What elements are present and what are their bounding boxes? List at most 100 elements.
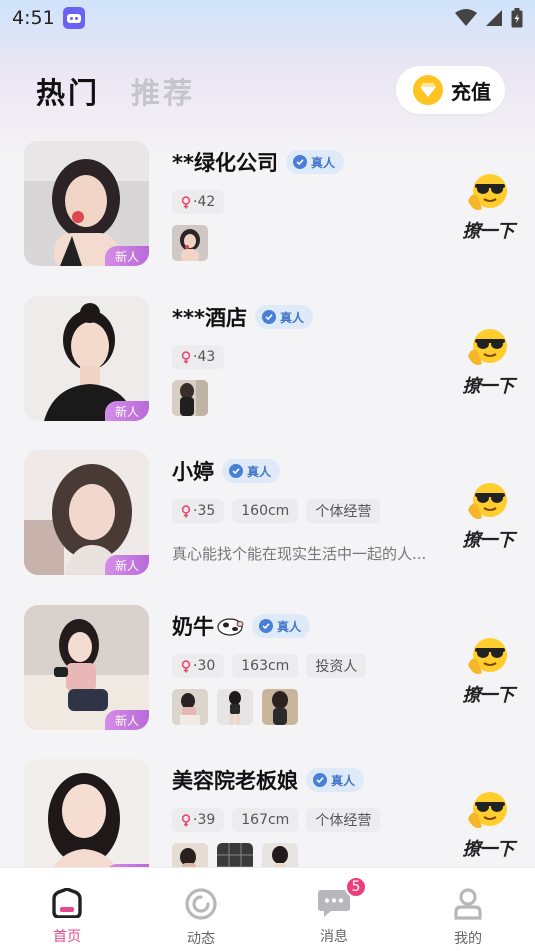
user-card[interactable]: 新人 奶牛 真人 ·30 163cm 投资人 撩一下	[0, 605, 535, 730]
female-icon	[181, 350, 191, 364]
flirt-label: 撩一下	[462, 685, 515, 706]
flirt-button[interactable]: 撩一下	[460, 635, 516, 711]
female-icon	[181, 813, 191, 827]
cool-emoji-icon	[468, 483, 507, 519]
photo-thumbnail[interactable]	[172, 689, 208, 725]
verified-label: 真人	[310, 155, 335, 170]
flirt-button[interactable]: 撩一下	[460, 789, 516, 865]
check-icon	[259, 619, 273, 633]
tabbar-label: 我的	[454, 931, 482, 947]
moments-icon	[185, 888, 217, 920]
age-tag: ·42	[172, 190, 225, 214]
verified-label: 真人	[277, 619, 302, 634]
occupation-tag: 个体经营	[306, 499, 381, 523]
photo-thumbnail[interactable]	[217, 689, 253, 725]
check-icon	[261, 310, 276, 324]
flirt-label: 撩一下	[462, 376, 515, 397]
tag-row: ·43	[172, 345, 225, 369]
user-name: **绿化公司	[172, 151, 278, 175]
check-icon	[229, 464, 243, 478]
tabbar-label: 动态	[187, 931, 215, 947]
user-card[interactable]: 新人 ***酒店 真人 ·43 撩一下	[0, 296, 535, 421]
age-tag: ·39	[172, 808, 225, 832]
occupation-tag: 投资人	[306, 654, 367, 678]
photo-thumbnail[interactable]	[262, 843, 298, 867]
top-tabs-header: 热门 推荐 充值	[0, 66, 535, 114]
age-value: ·42	[193, 194, 216, 210]
user-card[interactable]: 新人 小婷 真人 ·35 160cm 个体经营 真心能找个能在现实生活中一起的人…	[0, 450, 535, 575]
cool-emoji-icon	[468, 792, 507, 828]
age-tag: ·35	[172, 499, 225, 523]
tab-recommend[interactable]: 推荐	[131, 70, 195, 112]
user-name: 奶牛	[172, 615, 214, 639]
new-user-tag: 新人	[105, 710, 149, 730]
flirt-button[interactable]: 撩一下	[460, 480, 516, 556]
female-icon	[181, 195, 191, 209]
check-icon	[313, 773, 327, 787]
user-name: ***酒店	[172, 306, 247, 330]
user-name: 小婷	[172, 460, 214, 484]
photo-thumbnail[interactable]	[172, 843, 208, 867]
name-row: ***酒店 真人	[172, 304, 313, 330]
photo-row	[172, 843, 298, 867]
age-value: ·43	[193, 349, 216, 365]
verified-label: 真人	[331, 773, 356, 788]
flirt-button[interactable]: 撩一下	[460, 171, 516, 247]
photo-thumbnail[interactable]	[262, 689, 298, 725]
photo-thumbnail[interactable]	[217, 843, 253, 867]
tag-row: ·35 160cm 个体经营	[172, 499, 381, 523]
home-icon	[52, 888, 82, 918]
tabbar-label: 消息	[320, 929, 348, 945]
user-avatar[interactable]: 新人	[24, 450, 149, 575]
height-tag: 163cm	[232, 654, 299, 678]
user-name: 美容院老板娘	[172, 769, 298, 793]
unread-badge: 5	[345, 876, 367, 898]
photo-thumbnail[interactable]	[172, 225, 208, 261]
user-avatar[interactable]: 新人	[24, 141, 149, 266]
verified-badge: 真人	[252, 614, 311, 638]
user-card[interactable]: 新人 **绿化公司 真人 ·42 撩一下	[0, 141, 535, 266]
tabbar-label: 首页	[53, 929, 81, 945]
verified-badge: 真人	[222, 459, 281, 483]
tabbar-item-messages[interactable]: 5 消息	[267, 868, 401, 951]
user-list[interactable]: 新人 **绿化公司 真人 ·42 撩一下 新人 ***酒店 真人 ·43 撩一下…	[0, 141, 535, 867]
status-time: 4:51	[12, 7, 55, 29]
battery-icon	[511, 8, 523, 28]
user-card[interactable]: 新人 美容院老板娘 真人 ·39 167cm 个体经营 撩一下	[0, 759, 535, 867]
occupation-tag: 个体经营	[306, 808, 381, 832]
verified-badge: 真人	[254, 305, 313, 329]
signal-icon	[486, 10, 502, 26]
bottom-tab-bar: 首页 动态 5 消息 我的	[0, 867, 535, 951]
new-user-tag: 新人	[105, 246, 149, 266]
age-tag: ·30	[172, 654, 225, 678]
age-value: ·30	[193, 658, 216, 674]
verified-badge: 真人	[285, 150, 344, 174]
tab-hot[interactable]: 热门	[36, 70, 100, 112]
name-row: 小婷 真人	[172, 458, 281, 484]
cow-icon	[217, 618, 244, 636]
user-avatar[interactable]: 新人	[24, 296, 149, 421]
age-tag: ·43	[172, 345, 225, 369]
photo-row	[172, 225, 208, 261]
new-user-tag: 新人	[105, 555, 149, 575]
flirt-label: 撩一下	[462, 839, 515, 860]
recharge-button[interactable]: 充值	[396, 66, 505, 114]
tabbar-item-home[interactable]: 首页	[0, 868, 134, 951]
user-avatar[interactable]: 新人	[24, 759, 149, 867]
user-bio: 真心能找个能在现实生活中一起的人...	[172, 545, 427, 563]
flirt-label: 撩一下	[462, 221, 515, 242]
name-row: 奶牛 真人	[172, 613, 311, 639]
wifi-icon	[455, 9, 477, 26]
tabbar-item-profile[interactable]: 我的	[401, 868, 535, 951]
tabbar-item-moments[interactable]: 动态	[134, 868, 268, 951]
cool-emoji-icon	[468, 638, 507, 674]
user-avatar[interactable]: 新人	[24, 605, 149, 730]
tag-row: ·42	[172, 190, 225, 214]
status-bar: 4:51	[0, 0, 535, 36]
photo-thumbnail[interactable]	[172, 380, 208, 416]
check-icon	[292, 155, 307, 169]
age-value: ·39	[193, 812, 216, 828]
flirt-button[interactable]: 撩一下	[460, 326, 516, 402]
name-row: **绿化公司 真人	[172, 149, 344, 175]
verified-label: 真人	[279, 310, 304, 325]
